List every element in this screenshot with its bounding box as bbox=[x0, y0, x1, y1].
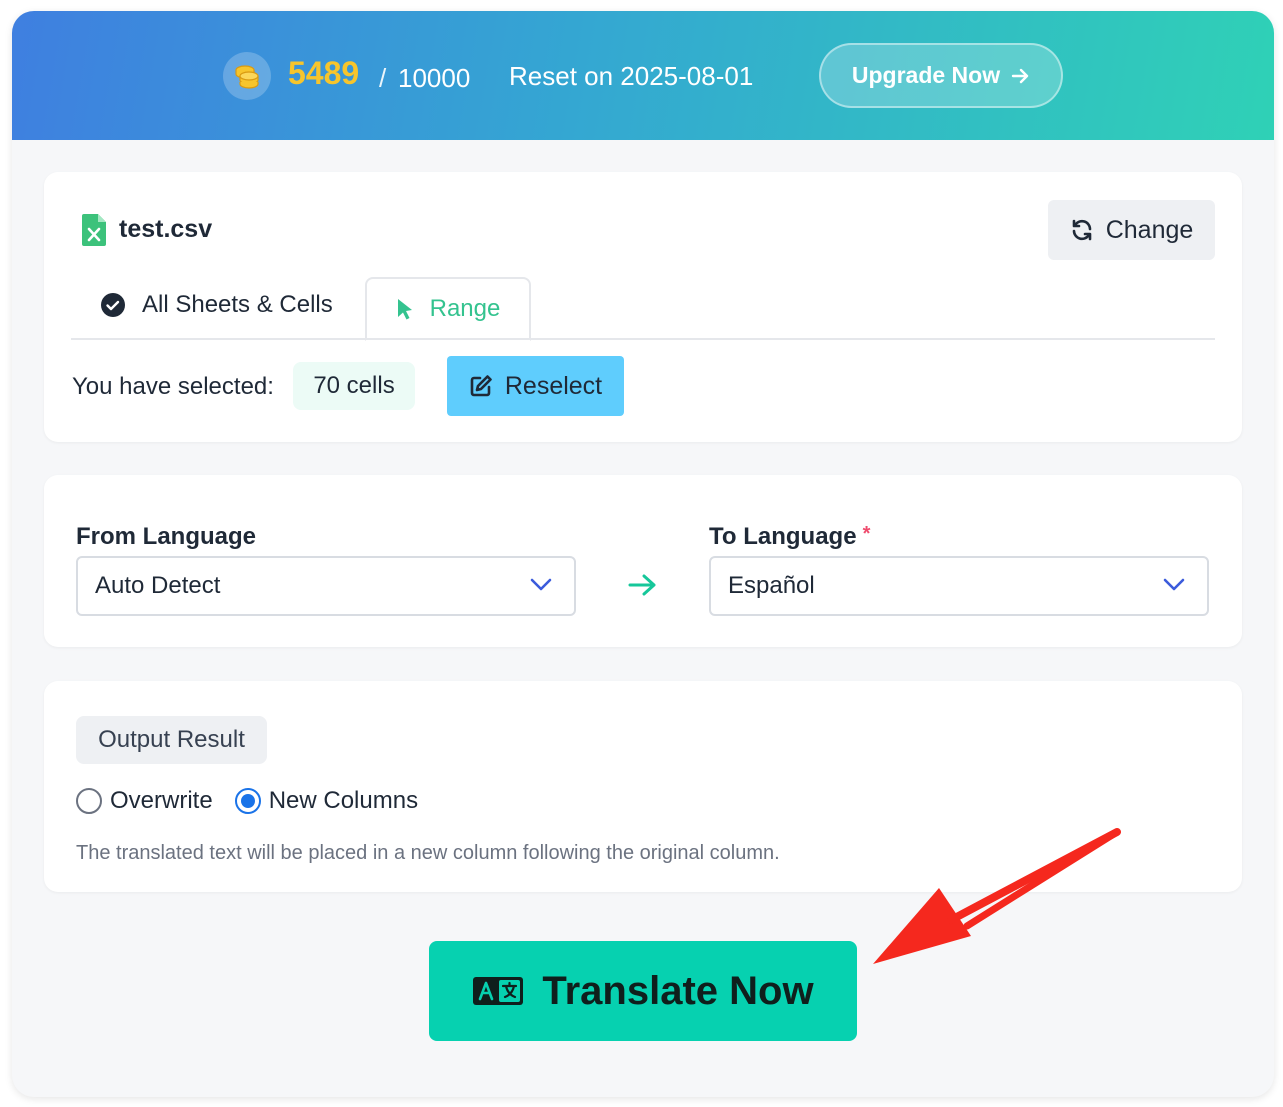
to-language-value: Español bbox=[728, 572, 815, 599]
tab-range[interactable]: Range bbox=[365, 277, 531, 341]
chevron-down-icon bbox=[1163, 578, 1185, 591]
edit-icon bbox=[470, 375, 492, 397]
file-card: test.csv Change All Sheets & Cells Range… bbox=[44, 172, 1242, 442]
credits-used: 5489 bbox=[288, 55, 360, 91]
overwrite-label: Overwrite bbox=[110, 787, 213, 814]
to-language-label: To Language * bbox=[709, 523, 871, 550]
new-columns-radio[interactable] bbox=[234, 788, 261, 814]
reselect-button[interactable]: Reselect bbox=[447, 356, 624, 416]
output-mode-group: Overwrite New Columns bbox=[76, 787, 440, 815]
translate-now-button[interactable]: Translate Now bbox=[429, 941, 857, 1041]
upgrade-now-button[interactable]: Upgrade Now bbox=[819, 43, 1063, 108]
output-help-text: The translated text will be placed in a … bbox=[76, 842, 780, 864]
tab-range-label: Range bbox=[429, 295, 501, 322]
selection-label: You have selected: bbox=[72, 373, 274, 400]
overwrite-option[interactable]: Overwrite bbox=[76, 787, 213, 815]
cursor-pointer-icon bbox=[397, 299, 412, 320]
to-language-select[interactable]: Español bbox=[709, 556, 1209, 616]
from-language-label: From Language bbox=[76, 523, 257, 550]
tab-all-sheets[interactable]: All Sheets & Cells bbox=[100, 291, 333, 319]
file-name: test.csv bbox=[119, 215, 213, 243]
selected-cells-badge: 70 cells bbox=[293, 362, 415, 410]
new-columns-option[interactable]: New Columns bbox=[234, 787, 419, 815]
upgrade-label: Upgrade Now bbox=[851, 62, 1001, 88]
tab-all-label: All Sheets & Cells bbox=[142, 291, 333, 318]
overwrite-radio[interactable] bbox=[76, 788, 102, 814]
credits-separator: / bbox=[379, 63, 387, 93]
translate-label: Translate Now bbox=[542, 968, 814, 1013]
annotation-arrow bbox=[873, 828, 1121, 964]
from-language-select[interactable]: Auto Detect bbox=[76, 556, 576, 616]
arrow-right-icon bbox=[628, 574, 656, 596]
coins-icon bbox=[223, 52, 271, 100]
new-columns-label: New Columns bbox=[268, 787, 419, 814]
reselect-label: Reselect bbox=[504, 371, 603, 400]
credits-total: 10000 bbox=[398, 63, 471, 93]
refresh-icon bbox=[1072, 219, 1092, 241]
output-result-title: Output Result bbox=[76, 716, 267, 764]
arrow-right-icon bbox=[1011, 68, 1029, 83]
excel-file-icon bbox=[82, 214, 106, 246]
tabs-divider bbox=[71, 338, 1215, 340]
chevron-down-icon bbox=[530, 578, 552, 591]
check-circle-icon bbox=[101, 293, 125, 317]
credits-bar: 5489 / 10000 Reset on 2025-08-01 Upgrade… bbox=[12, 11, 1274, 140]
translate-icon bbox=[473, 977, 524, 1005]
required-mark: * bbox=[862, 523, 871, 545]
change-label: Change bbox=[1105, 215, 1194, 244]
reset-date: Reset on 2025-08-01 bbox=[509, 61, 754, 91]
change-file-button[interactable]: Change bbox=[1048, 200, 1215, 260]
language-card: From Language To Language * Auto Detect E… bbox=[44, 475, 1242, 647]
from-language-value: Auto Detect bbox=[95, 572, 221, 599]
